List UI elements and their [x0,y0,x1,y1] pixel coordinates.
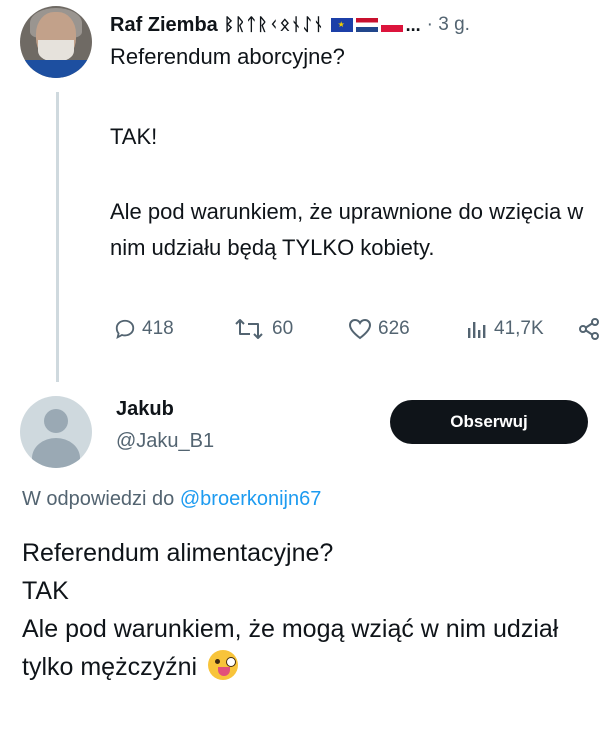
like-count: 626 [378,318,410,339]
name-truncation: ... [405,14,421,35]
reply-count: 418 [142,318,174,339]
reply-context-prefix: W odpowiedzi do [22,488,180,510]
reply-text-line-2: TAK [22,577,69,605]
name-runes: ᛒᚱᛏᚱᚲᛟᚾᛇᚾ [223,15,325,34]
tweet-text-line-1: Referendum aborcyjne? [110,44,345,69]
views-count: 41,7K [494,318,544,339]
reply-icon [115,319,135,340]
tweet-text-line-2: TAK! [110,124,158,149]
netherlands-flag-icon [355,18,378,32]
views-button[interactable]: 41,7K [466,318,544,340]
views-icon [468,322,486,338]
reply-handle[interactable]: @Jaku_B1 [116,430,214,453]
tweet-header: Raf Ziemba ᛒᚱᛏᚱᚲᛟᚾᛇᚾ ... · 3 g. [110,10,590,40]
retweet-count: 60 [272,318,294,339]
reply-text-line-3: Ale pod warunkiem, że mogą wziąć w nim u… [22,610,592,686]
reply-avatar[interactable] [20,396,92,468]
avatar[interactable] [20,6,92,78]
retweet-icon [235,319,263,339]
default-user-icon [44,409,68,433]
poland-flag-icon [380,18,403,32]
follow-button[interactable]: Obserwuj [390,400,588,444]
reply-button[interactable]: 418 [114,318,174,340]
tweet-time[interactable]: · 3 g. [427,14,470,36]
flags [330,18,403,32]
display-name[interactable]: Raf Ziemba [110,14,218,37]
share-icon [579,318,599,340]
reply-text-line-1: Referendum alimentacyjne? [22,539,334,567]
heart-icon [348,318,372,340]
reply-display-name[interactable]: Jakub [116,398,174,421]
eu-flag-icon [330,18,353,32]
tweet-text-line-3: Ale pod warunkiem, że uprawnione do wzię… [110,199,584,260]
reply-context-mention[interactable]: @broerkonijn67 [180,488,322,510]
share-button[interactable] [578,318,600,340]
thread-connector-line [56,92,59,382]
reply-text-line-3-text: Ale pod warunkiem, że mogą wziąć w nim u… [22,615,559,681]
reply-text: Referendum alimentacyjne? TAK Ale pod wa… [22,534,592,686]
avatar-badge [20,60,92,78]
winking-face-with-tongue-icon [208,650,238,680]
like-button[interactable]: 626 [348,318,410,340]
reply-context: W odpowiedzi do @broerkonijn67 [22,488,321,511]
tweet-actions: 418 60 626 41,7K [110,318,600,348]
retweet-button[interactable]: 60 [232,318,293,340]
